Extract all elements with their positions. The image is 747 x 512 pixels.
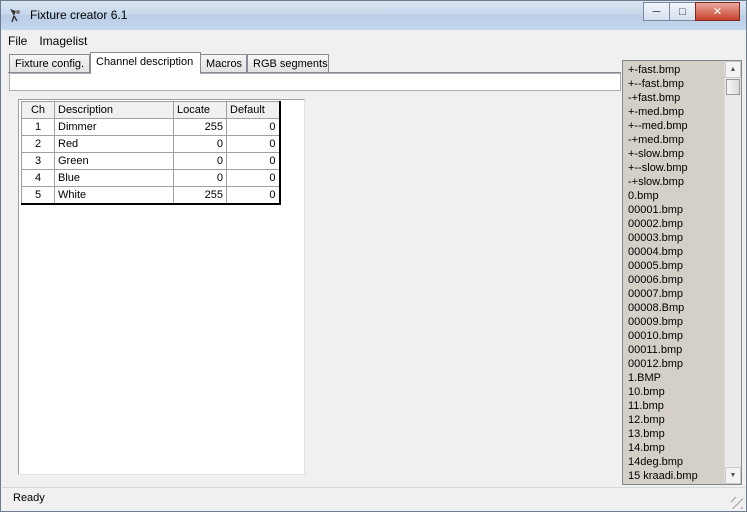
list-item[interactable]: 0.bmp [623,189,725,203]
column-header-ch[interactable]: Ch [21,101,55,119]
minimize-button[interactable]: ─ [643,2,670,21]
window-controls: ─ □ ✕ [643,2,740,21]
cell-locate[interactable]: 0 [173,135,227,153]
list-item[interactable]: 14deg.bmp [623,455,725,469]
image-list[interactable]: +-fast.bmp +--fast.bmp -+fast.bmp +-med.… [622,60,742,485]
cell-locate[interactable]: 255 [173,118,227,136]
cell-ch[interactable]: 4 [21,169,55,187]
cell-default[interactable]: 0 [226,118,281,136]
tab-fixture-config[interactable]: Fixture config. [9,54,90,73]
list-item[interactable]: 00002.bmp [623,217,725,231]
list-item[interactable]: 00007.bmp [623,287,725,301]
menu-file[interactable]: File [2,31,33,51]
maximize-icon: □ [679,5,686,18]
column-header-locate[interactable]: Locate [173,101,227,119]
image-list-items: +-fast.bmp +--fast.bmp -+fast.bmp +-med.… [623,63,725,483]
list-item[interactable]: 00010.bmp [623,329,725,343]
scroll-up-button[interactable]: ▲ [725,61,741,78]
menu-imagelist[interactable]: Imagelist [33,31,93,51]
list-item[interactable]: +-fast.bmp [623,63,725,77]
list-item[interactable]: -+med.bmp [623,133,725,147]
list-item[interactable]: +-slow.bmp [623,147,725,161]
list-item[interactable]: +--slow.bmp [623,161,725,175]
cell-default[interactable]: 0 [226,152,281,170]
list-item[interactable]: 00011.bmp [623,343,725,357]
list-item[interactable]: 12.bmp [623,413,725,427]
tab-rgb-segments[interactable]: RGB segments [247,54,329,73]
list-item[interactable]: 00003.bmp [623,231,725,245]
scroll-down-button[interactable]: ▼ [725,467,741,484]
table-row[interactable]: 3 Green 0 0 [21,152,281,170]
cell-locate[interactable]: 255 [173,186,227,205]
list-item[interactable]: -+fast.bmp [623,91,725,105]
channel-grid[interactable]: Ch Description Locate Default 1 Dimmer 2… [18,99,305,475]
list-item[interactable]: 00004.bmp [623,245,725,259]
fixture-lamp-icon [10,9,20,23]
table-row[interactable]: 1 Dimmer 255 0 [21,118,281,136]
list-item[interactable]: -+slow.bmp [623,175,725,189]
list-item[interactable]: 15 kraadi.bmp [623,469,725,483]
column-header-description[interactable]: Description [54,101,174,119]
cell-locate[interactable]: 0 [173,169,227,187]
cell-ch[interactable]: 2 [21,135,55,153]
arrow-up-icon: ▲ [729,66,737,73]
channel-table: Ch Description Locate Default 1 Dimmer 2… [21,101,281,205]
cell-description[interactable]: Dimmer [54,118,174,136]
list-item[interactable]: 14.bmp [623,441,725,455]
list-item[interactable]: 13.bmp [623,427,725,441]
cell-default[interactable]: 0 [226,186,281,205]
cell-ch[interactable]: 5 [21,186,55,205]
title-bar[interactable]: Fixture creator 6.1 ─ □ ✕ [1,1,746,30]
cell-locate[interactable]: 0 [173,152,227,170]
list-item[interactable]: +--med.bmp [623,119,725,133]
description-input[interactable] [9,73,621,91]
list-item[interactable]: 10.bmp [623,385,725,399]
cell-description[interactable]: Blue [54,169,174,187]
cell-default[interactable]: 0 [226,135,281,153]
list-item[interactable]: 1.BMP [623,371,725,385]
cell-ch[interactable]: 3 [21,152,55,170]
menu-bar: File Imagelist [2,31,745,51]
column-header-default[interactable]: Default [226,101,281,119]
list-item[interactable]: 00008.Bmp [623,301,725,315]
cell-ch[interactable]: 1 [21,118,55,136]
tab-macros[interactable]: Macros [200,54,247,73]
list-item[interactable]: 11.bmp [623,399,725,413]
close-icon: ✕ [712,6,723,18]
status-text: Ready [13,492,45,504]
list-item[interactable]: 00006.bmp [623,273,725,287]
table-row[interactable]: 4 Blue 0 0 [21,169,281,187]
minimize-icon: ─ [652,5,661,18]
table-row[interactable]: 2 Red 0 0 [21,135,281,153]
cell-default[interactable]: 0 [226,169,281,187]
status-bar: Ready [2,487,745,511]
table-row[interactable]: 5 White 255 0 [21,186,281,205]
cell-description[interactable]: Red [54,135,174,153]
arrow-down-icon: ▼ [729,472,737,479]
list-item[interactable]: 00001.bmp [623,203,725,217]
window-title: Fixture creator 6.1 [30,8,128,22]
scroll-thumb[interactable] [726,79,740,95]
tab-channel-description[interactable]: Channel description [90,52,201,74]
list-item[interactable]: 00005.bmp [623,259,725,273]
list-item[interactable]: +-med.bmp [623,105,725,119]
list-item[interactable]: +--fast.bmp [623,77,725,91]
close-button[interactable]: ✕ [695,2,740,21]
resize-grip-icon[interactable] [731,497,743,509]
maximize-button[interactable]: □ [669,2,696,21]
list-item[interactable]: 00009.bmp [623,315,725,329]
list-item[interactable]: 00012.bmp [623,357,725,371]
image-list-scrollbar[interactable]: ▲ ▼ [724,61,741,484]
cell-description[interactable]: White [54,186,174,205]
app-window: Fixture creator 6.1 ─ □ ✕ File Imagelist… [0,0,747,512]
table-header-row: Ch Description Locate Default [21,101,281,119]
cell-description[interactable]: Green [54,152,174,170]
